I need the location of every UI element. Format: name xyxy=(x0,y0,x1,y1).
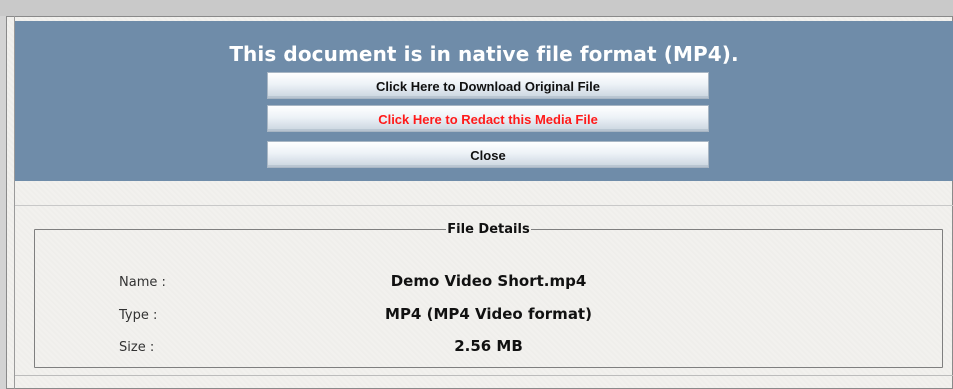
file-details-legend: File Details xyxy=(447,222,530,237)
file-name-value: Demo Video Short.mp4 xyxy=(390,272,587,290)
file-size-value: 2.56 MB xyxy=(454,337,523,355)
file-type-row: Type : MP4 (MP4 Video format) xyxy=(35,304,942,326)
file-size-row: Size : 2.56 MB xyxy=(35,336,942,358)
file-name-row: Name : Demo Video Short.mp4 xyxy=(35,271,942,293)
bottom-line xyxy=(15,375,953,376)
download-original-file-button[interactable]: Click Here to Download Original File xyxy=(267,72,709,99)
close-button[interactable]: Close xyxy=(267,141,709,168)
header-panel: This document is in native file format (… xyxy=(15,21,953,181)
document-format-title: This document is in native file format (… xyxy=(229,42,739,66)
redact-media-file-button[interactable]: Click Here to Redact this Media File xyxy=(267,105,709,132)
top-strip xyxy=(0,0,953,16)
section-separator xyxy=(15,205,953,206)
file-details-panel: File Details Name : Demo Video Short.mp4… xyxy=(34,222,943,368)
file-type-value: MP4 (MP4 Video format) xyxy=(385,305,592,323)
